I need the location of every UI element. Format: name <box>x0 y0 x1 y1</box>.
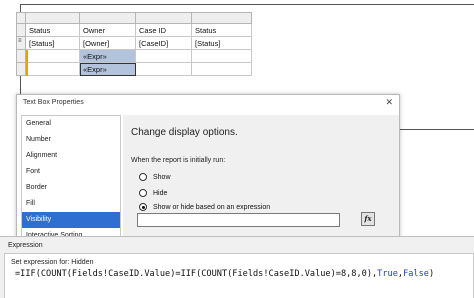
selected-expression-cell[interactable]: «Expr» <box>80 63 136 76</box>
code-text: ) <box>428 269 435 279</box>
column-handle[interactable] <box>80 12 136 24</box>
total-row: «Expr» <box>26 63 252 76</box>
detail-row: [Status] [Owner] [CaseID] [Status] <box>26 37 252 50</box>
initial-run-prompt: When the report is initially run: <box>131 157 226 164</box>
detail-cell[interactable]: [Owner] <box>80 37 136 50</box>
dialog-title: Expression <box>8 242 43 249</box>
header-cell[interactable]: Owner <box>80 24 136 37</box>
empty-cell[interactable] <box>136 63 192 76</box>
close-icon[interactable]: ✕ <box>385 97 393 108</box>
row-handle[interactable] <box>16 50 26 63</box>
grip-icon: ≡ <box>18 38 22 44</box>
nav-item-visibility[interactable]: Visibility <box>22 212 120 228</box>
detail-cell[interactable]: [Status] <box>192 37 252 50</box>
code-keyword-true: True <box>377 269 398 279</box>
empty-cell[interactable] <box>136 50 192 63</box>
row-group-marker <box>26 50 28 76</box>
visibility-panel: Change display options. When the report … <box>123 115 399 241</box>
empty-cell[interactable] <box>192 50 252 63</box>
nav-item-fill[interactable]: Fill <box>22 196 120 212</box>
column-handle[interactable] <box>136 12 192 24</box>
code-text: =IIF(COUNT(Fields!CaseID.Value)=IIF(COUN… <box>15 269 378 279</box>
radio-expression[interactable]: Show or hide based on an expression <box>139 201 339 213</box>
fx-expression-button[interactable]: fx <box>361 212 375 226</box>
radio-label: Show or hide based on an expression <box>153 203 271 211</box>
properties-nav: General Number Alignment Font Border Fil… <box>21 115 121 241</box>
radio-button[interactable] <box>139 189 147 197</box>
tablix-corner-handle[interactable] <box>16 12 26 24</box>
radio-label: Show <box>153 173 171 181</box>
expression-cell[interactable]: «Expr» <box>80 50 136 63</box>
radio-label: Hide <box>153 189 168 197</box>
column-handles <box>26 12 252 24</box>
nav-item-border[interactable]: Border <box>22 180 120 196</box>
group-row: «Expr» <box>26 50 252 63</box>
panel-heading: Change display options. <box>131 127 238 138</box>
row-handle[interactable] <box>16 63 26 76</box>
header-cell[interactable]: Case ID <box>136 24 192 37</box>
header-cell[interactable]: Status <box>192 24 252 37</box>
header-row: Status Owner Case ID Status <box>26 24 252 37</box>
detail-cell[interactable]: [Status] <box>26 37 80 50</box>
tablix-grid: Status Owner Case ID Status [Status] [Ow… <box>26 24 252 76</box>
radio-button[interactable] <box>139 173 147 181</box>
empty-cell[interactable] <box>192 63 252 76</box>
radio-hide[interactable]: Hide <box>139 187 339 199</box>
report-designer: ≡ Status Owner Case ID Status [Status] [… <box>0 0 474 130</box>
empty-cell[interactable] <box>26 50 80 63</box>
nav-item-font[interactable]: Font <box>22 164 120 180</box>
code-keyword-false: False <box>403 269 429 279</box>
nav-item-alignment[interactable]: Alignment <box>22 148 120 164</box>
expression-code-editor[interactable]: =IIF(COUNT(Fields!CaseID.Value)=IIF(COUN… <box>15 269 434 279</box>
textbox-properties-dialog: Text Box Properties ✕ General Number Ali… <box>16 94 400 244</box>
detail-cell[interactable]: [CaseID] <box>136 37 192 50</box>
column-handle[interactable] <box>26 12 80 24</box>
dialog-title: Text Box Properties <box>17 95 399 111</box>
column-handle[interactable] <box>192 12 252 24</box>
nav-item-number[interactable]: Number <box>22 132 120 148</box>
row-handles: ≡ <box>16 24 26 76</box>
expression-dialog: Expression Set expression for: Hidden =I… <box>0 236 474 298</box>
visibility-expression-input[interactable] <box>137 213 340 227</box>
radio-show[interactable]: Show <box>139 171 339 183</box>
radio-button-selected[interactable] <box>139 203 147 211</box>
row-handle[interactable]: ≡ <box>16 37 26 50</box>
row-handle[interactable] <box>16 24 26 37</box>
nav-item-general[interactable]: General <box>22 116 120 132</box>
header-cell[interactable]: Status <box>26 24 80 37</box>
expression-editor-panel: Set expression for: Hidden =IIF(COUNT(Fi… <box>4 253 474 298</box>
empty-cell[interactable] <box>26 63 80 76</box>
set-expression-label: Set expression for: Hidden <box>11 259 94 266</box>
